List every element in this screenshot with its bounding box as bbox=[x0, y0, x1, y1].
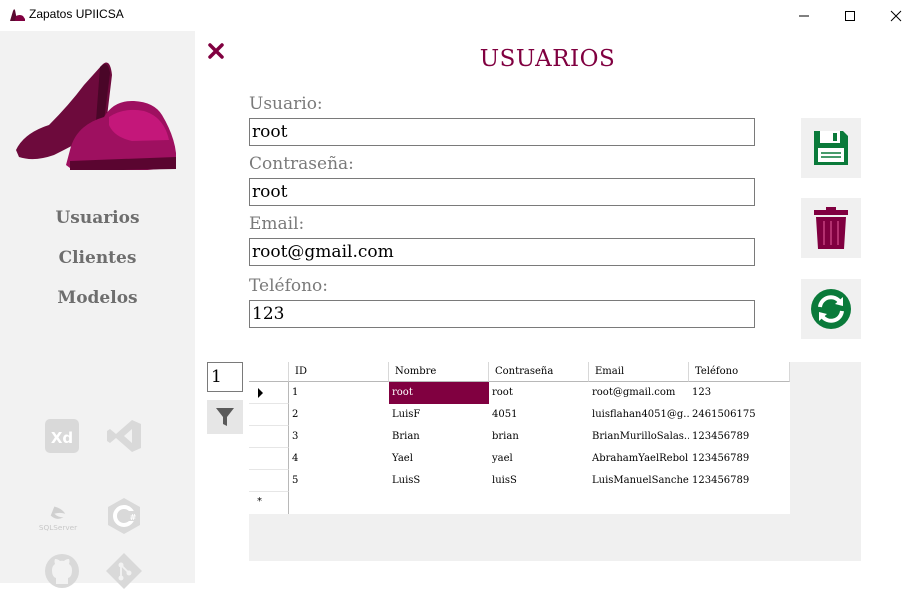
git-icon bbox=[106, 553, 142, 589]
column-header-contrasena[interactable]: Contraseña bbox=[489, 362, 589, 382]
svg-text:Xd: Xd bbox=[51, 429, 73, 447]
visual-studio-icon bbox=[107, 420, 141, 452]
maximize-button[interactable] bbox=[827, 0, 873, 31]
table-cell[interactable]: 4051 bbox=[489, 404, 589, 426]
table-cell[interactable]: AbrahamYaelRebol... bbox=[589, 448, 689, 470]
title-bar: Zapatos UPIICSA bbox=[0, 0, 919, 31]
row-header[interactable] bbox=[249, 404, 289, 426]
nav-usuarios[interactable]: Usuarios bbox=[0, 208, 195, 228]
table-cell[interactable]: 5 bbox=[289, 470, 389, 492]
table-cell[interactable]: 1 bbox=[289, 382, 389, 404]
table-cell[interactable]: 123456789 bbox=[689, 448, 790, 470]
table-cell[interactable]: 4 bbox=[289, 448, 389, 470]
maximize-icon bbox=[845, 10, 855, 21]
table-cell[interactable]: BrianMurilloSalas... bbox=[589, 426, 689, 448]
filter-button[interactable] bbox=[207, 400, 243, 434]
delete-button[interactable] bbox=[801, 198, 861, 258]
email-field[interactable] bbox=[249, 238, 755, 266]
sql-server-icon: SQLServer bbox=[39, 506, 77, 532]
table-cell[interactable]: 3 bbox=[289, 426, 389, 448]
close-window-icon bbox=[890, 10, 902, 21]
save-button[interactable] bbox=[801, 118, 861, 178]
filter-icon bbox=[216, 408, 234, 426]
minimize-button[interactable] bbox=[781, 0, 827, 31]
contrasena-field[interactable] bbox=[249, 178, 755, 206]
row-header[interactable] bbox=[249, 470, 289, 492]
table-cell[interactable]: 2 bbox=[289, 404, 389, 426]
usuario-field[interactable] bbox=[249, 118, 755, 146]
table-cell[interactable]: LuisManuelSanche... bbox=[589, 470, 689, 492]
row-header-corner bbox=[249, 362, 289, 382]
table-cell[interactable]: Yael bbox=[389, 448, 489, 470]
nav-modelos[interactable]: Modelos bbox=[0, 288, 195, 308]
refresh-icon bbox=[811, 289, 851, 329]
contrasena-label: Contraseña: bbox=[249, 154, 354, 174]
row-header[interactable] bbox=[249, 382, 289, 404]
github-icon bbox=[45, 554, 79, 588]
csharp-icon: # bbox=[108, 498, 140, 534]
table-cell-selected[interactable]: root bbox=[389, 382, 489, 404]
new-row-header[interactable]: * bbox=[249, 492, 289, 514]
column-header-id[interactable]: ID bbox=[289, 362, 389, 382]
usuario-label: Usuario: bbox=[249, 94, 323, 114]
column-header-nombre[interactable]: Nombre bbox=[389, 362, 489, 382]
svg-text:SQLServer: SQLServer bbox=[39, 523, 77, 532]
app-shoe-icon bbox=[10, 9, 25, 21]
new-row-marker: * bbox=[257, 496, 262, 507]
users-table[interactable]: ID Nombre Contraseña Email Teléfono 1 ro… bbox=[249, 362, 790, 514]
trash-icon bbox=[814, 207, 848, 249]
nav-clientes[interactable]: Clientes bbox=[0, 248, 195, 268]
table-cell[interactable]: 123 bbox=[689, 382, 790, 404]
window-title: Zapatos UPIICSA bbox=[29, 7, 124, 21]
page-title: USUARIOS bbox=[479, 46, 616, 72]
close-window-button[interactable] bbox=[873, 0, 919, 31]
table-cell[interactable]: 123456789 bbox=[689, 470, 790, 492]
table-cell[interactable]: brian bbox=[489, 426, 589, 448]
page-number-input[interactable] bbox=[207, 362, 243, 392]
current-row-arrow-icon bbox=[258, 388, 263, 398]
table-cell[interactable]: luisflahan4051@g... bbox=[589, 404, 689, 426]
table-cell[interactable]: root@gmail.com bbox=[589, 382, 689, 404]
email-label: Email: bbox=[249, 214, 305, 234]
save-disk-icon bbox=[814, 131, 848, 165]
table-cell[interactable]: luisS bbox=[489, 470, 589, 492]
row-header[interactable] bbox=[249, 426, 289, 448]
svg-text:#: # bbox=[130, 513, 137, 522]
table-cell[interactable]: LuisS bbox=[389, 470, 489, 492]
table-cell[interactable]: 2461506175 bbox=[689, 404, 790, 426]
column-header-email[interactable]: Email bbox=[589, 362, 689, 382]
sidebar: Usuarios Clientes Modelos Xd SQLServer # bbox=[0, 31, 195, 589]
table-cell[interactable]: root bbox=[489, 382, 589, 404]
table-cell[interactable]: yael bbox=[489, 448, 589, 470]
adobe-xd-icon: Xd bbox=[45, 419, 79, 453]
close-icon[interactable] bbox=[205, 40, 227, 62]
column-header-telefono[interactable]: Teléfono bbox=[689, 362, 790, 382]
table-cell[interactable]: Brian bbox=[389, 426, 489, 448]
table-cell[interactable]: 123456789 bbox=[689, 426, 790, 448]
shoes-logo bbox=[16, 62, 176, 170]
telefono-field[interactable] bbox=[249, 300, 755, 328]
table-cell[interactable]: LuisF bbox=[389, 404, 489, 426]
refresh-button[interactable] bbox=[801, 279, 861, 339]
telefono-label: Teléfono: bbox=[249, 276, 329, 296]
row-header[interactable] bbox=[249, 448, 289, 470]
minimize-icon bbox=[799, 15, 809, 16]
